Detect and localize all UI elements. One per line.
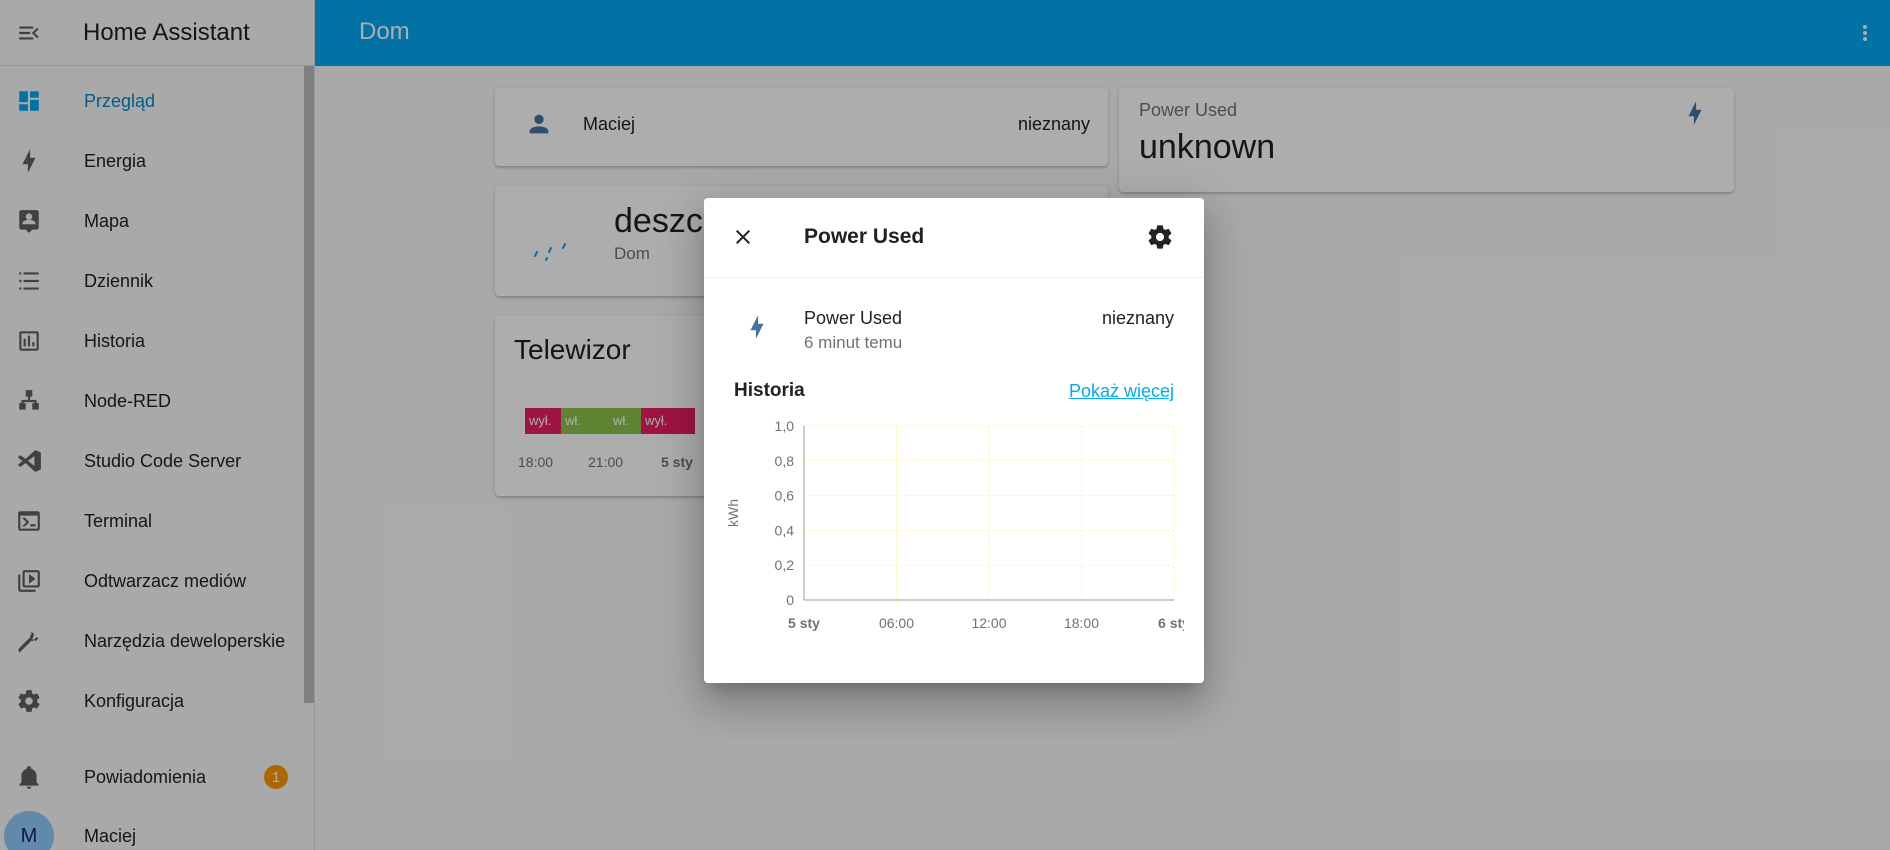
entity-state: nieznany	[1101, 308, 1174, 328]
dialog-title: Power Used	[804, 225, 925, 248]
y-tick-label: 0,2	[775, 557, 795, 573]
x-tick-label: 5 sty	[788, 615, 820, 631]
x-tick-label: 18:00	[1064, 615, 1099, 631]
entity-last-changed: 6 minut temu	[804, 333, 903, 352]
y-tick-label: 0	[786, 592, 794, 608]
more-info-dialog: Power Used Power Used 6 minut temu niezn…	[704, 198, 1204, 683]
x-tick-label: 6 sty	[1158, 615, 1184, 631]
y-axis-label: kWh	[725, 499, 741, 527]
x-tick-label: 12:00	[971, 615, 1006, 631]
close-icon	[736, 230, 750, 244]
y-tick-label: 0,4	[775, 522, 795, 538]
close-button[interactable]	[724, 218, 762, 256]
show-more-link[interactable]: Pokaż więcej	[1069, 381, 1174, 402]
entity-row[interactable]: Power Used 6 minut temu nieznany	[704, 298, 1204, 358]
settings-button[interactable]	[1142, 219, 1178, 255]
history-chart: 1,0 0,8 0,6 0,4 0,2 0 5 sty 06:00 12:00 18:00 6 st…	[725, 418, 1184, 631]
y-tick-label: 1,0	[775, 418, 795, 434]
entity-name: Power Used	[804, 308, 903, 328]
x-tick-label: 06:00	[879, 615, 914, 631]
lightning-bolt-icon	[750, 315, 764, 339]
dialog-header: Power Used	[704, 198, 1204, 278]
y-tick-label: 0,6	[775, 488, 795, 504]
history-title: Historia	[734, 380, 805, 401]
y-tick-label: 0,8	[775, 453, 795, 469]
cog-icon	[1148, 225, 1172, 249]
